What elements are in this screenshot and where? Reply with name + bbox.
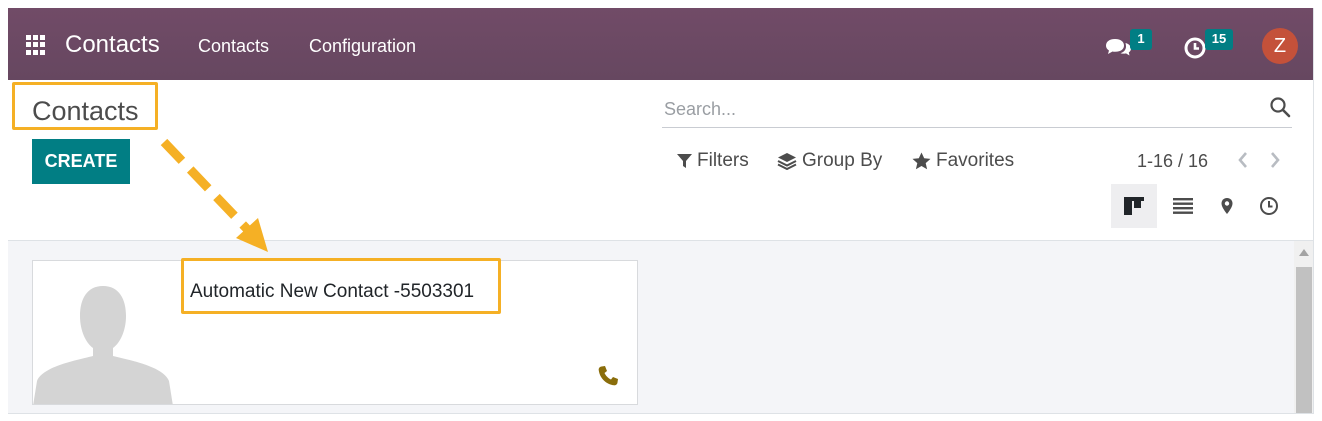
- scroll-thumb[interactable]: [1296, 267, 1312, 413]
- star-icon: [912, 152, 931, 170]
- layers-icon: [777, 153, 797, 170]
- chevron-right-icon[interactable]: [1267, 150, 1283, 170]
- app-window: Contacts Contacts Configuration 1 15 Z C…: [8, 8, 1314, 414]
- filters-label: Filters: [697, 150, 749, 171]
- messages-count-badge: 1: [1130, 29, 1152, 50]
- activity-view-button[interactable]: [1246, 184, 1292, 228]
- list-view-button[interactable]: [1160, 184, 1206, 228]
- messages-button[interactable]: 1: [1106, 29, 1158, 62]
- filter-icon: [677, 154, 692, 168]
- phone-icon[interactable]: [597, 365, 619, 387]
- pager-value[interactable]: 1-16 / 16: [1137, 151, 1208, 172]
- map-pin-icon: [1221, 198, 1233, 214]
- annotation-arrow: [160, 138, 268, 252]
- activities-count-badge: 15: [1205, 29, 1233, 50]
- favorites-label: Favorites: [936, 150, 1015, 171]
- kanban-icon: [1124, 197, 1144, 215]
- highlight-name-box: [181, 258, 501, 314]
- app-title[interactable]: Contacts: [65, 31, 160, 59]
- person-placeholder-icon: [33, 261, 173, 404]
- chat-icon: [1106, 39, 1131, 56]
- search-icon[interactable]: [1269, 96, 1291, 118]
- groupby-dropdown[interactable]: Group By: [777, 150, 882, 172]
- contact-image: [33, 261, 173, 404]
- user-avatar[interactable]: Z: [1262, 28, 1298, 64]
- kanban-view-button[interactable]: [1111, 184, 1157, 228]
- map-view-button[interactable]: [1204, 184, 1250, 228]
- menu-configuration[interactable]: Configuration: [309, 36, 416, 57]
- highlight-title-box: [12, 82, 158, 130]
- list-icon: [1173, 198, 1193, 214]
- activities-button[interactable]: 15: [1183, 29, 1243, 62]
- top-navbar: Contacts Contacts Configuration 1 15 Z: [8, 8, 1313, 80]
- activity-clock-icon: [1260, 197, 1278, 215]
- menu-contacts[interactable]: Contacts: [198, 36, 269, 57]
- filters-dropdown[interactable]: Filters: [677, 150, 749, 172]
- scroll-up-arrow[interactable]: [1299, 249, 1309, 256]
- search-input[interactable]: [664, 96, 1244, 122]
- create-button[interactable]: CREATE: [32, 139, 130, 184]
- vertical-scrollbar[interactable]: [1294, 241, 1313, 413]
- favorites-dropdown[interactable]: Favorites: [912, 150, 1014, 172]
- chevron-left-icon[interactable]: [1235, 150, 1251, 170]
- apps-grid-icon[interactable]: [26, 35, 46, 55]
- groupby-label: Group By: [802, 150, 883, 171]
- clock-icon: [1184, 37, 1206, 59]
- search-bar: [662, 90, 1292, 128]
